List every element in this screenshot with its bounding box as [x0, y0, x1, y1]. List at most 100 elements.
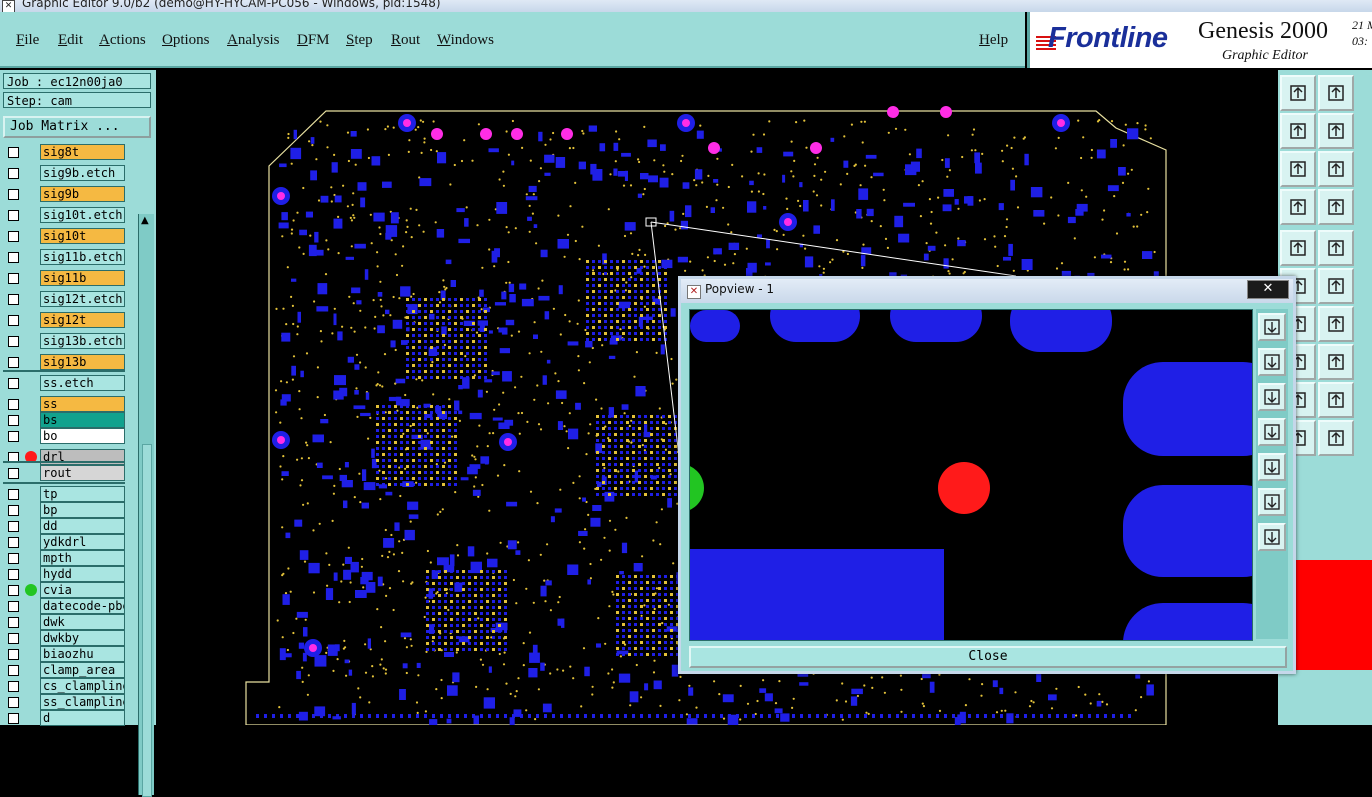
layer-row[interactable]: tp [3, 486, 125, 502]
layer-row[interactable]: hydd [3, 566, 125, 582]
layer-row[interactable]: sig11b [3, 270, 125, 286]
layer-name[interactable]: hydd [40, 566, 125, 582]
menu-windows[interactable]: Windows [437, 32, 494, 49]
layer-row[interactable]: mpth [3, 550, 125, 566]
layer-name[interactable]: datecode-pbe [40, 598, 125, 614]
layer-row[interactable]: datecode-pbe [3, 598, 125, 614]
layer-row[interactable]: d [3, 710, 125, 726]
layer-checkbox[interactable] [8, 585, 19, 596]
layer-row[interactable]: rout [3, 465, 125, 481]
layer-name[interactable]: cs_clampline [40, 678, 125, 694]
job-matrix-button[interactable]: Job Matrix ... [3, 116, 151, 138]
measure-icon[interactable] [1280, 189, 1316, 225]
layer-checkbox[interactable] [8, 697, 19, 708]
popview-close-x[interactable]: ✕ [1247, 280, 1289, 299]
center-icon[interactable] [1318, 151, 1354, 187]
layer-name[interactable]: ydkdrl [40, 534, 125, 550]
layer-row[interactable]: sig12t [3, 312, 125, 328]
scroll-up-icon[interactable]: ▲ [141, 215, 149, 226]
center-view-icon[interactable] [1258, 523, 1286, 551]
menu-help[interactable]: Help [979, 32, 1008, 49]
layer-row[interactable]: ydkdrl [3, 534, 125, 550]
layer-checkbox[interactable] [8, 521, 19, 532]
layer-name[interactable]: cvia [40, 582, 125, 598]
menu-edit[interactable]: Edit [58, 32, 83, 49]
layer-row[interactable]: ss.etch [3, 375, 125, 391]
layer-row[interactable]: sig11b.etch [3, 249, 125, 265]
pan-down-icon[interactable] [1258, 383, 1286, 411]
layer-checkbox[interactable] [8, 468, 19, 479]
layer-name[interactable]: dwkby [40, 630, 125, 646]
layer-row[interactable]: dwk [3, 614, 125, 630]
layer-checkbox[interactable] [8, 665, 19, 676]
layer-name[interactable]: ss_clampline [40, 694, 125, 710]
layer-name[interactable]: sig11b.etch [40, 249, 125, 265]
move-right-icon[interactable] [1318, 113, 1354, 149]
pan-up-icon[interactable] [1258, 348, 1286, 376]
move-left-icon[interactable] [1280, 113, 1316, 149]
zoom-in-icon[interactable] [1258, 313, 1286, 341]
layer-checkbox[interactable] [8, 617, 19, 628]
layer-name[interactable]: clamp_area [40, 662, 125, 678]
layer-name[interactable]: sig12t.etch [40, 291, 125, 307]
select2-icon[interactable] [1318, 420, 1354, 456]
layer-checkbox[interactable] [8, 189, 19, 200]
layer-checkbox[interactable] [8, 378, 19, 389]
layer-row[interactable]: dwkby [3, 630, 125, 646]
layer-row[interactable]: sig8t [3, 144, 125, 160]
layer-checkbox[interactable] [8, 147, 19, 158]
layer-row[interactable]: bo [3, 428, 125, 444]
line-icon[interactable] [1318, 230, 1354, 266]
layer-checkbox[interactable] [8, 210, 19, 221]
menu-options[interactable]: Options [162, 32, 210, 49]
layer-checkbox[interactable] [8, 357, 19, 368]
cursor-icon[interactable] [1280, 230, 1316, 266]
delete-icon[interactable] [1318, 268, 1354, 304]
menu-dfm[interactable]: DFM [297, 32, 330, 49]
layer-row[interactable]: ss_clampline [3, 694, 125, 710]
layer-name[interactable]: mpth [40, 550, 125, 566]
layer-name[interactable]: sig9b [40, 186, 125, 202]
layer-name[interactable]: bs [40, 412, 125, 428]
layer-checkbox[interactable] [8, 168, 19, 179]
scroll-thumb[interactable] [142, 444, 152, 797]
layer-name[interactable]: sig10t [40, 228, 125, 244]
layer-checkbox[interactable] [8, 231, 19, 242]
triangle2-icon[interactable] [1318, 382, 1354, 418]
fit-icon[interactable] [1280, 151, 1316, 187]
layer-row[interactable]: cs_clampline [3, 678, 125, 694]
menu-file[interactable]: File [16, 32, 39, 49]
layer-row[interactable]: sig9b [3, 186, 125, 202]
menu-actions[interactable]: Actions [99, 32, 146, 49]
layer-row[interactable]: sig13b [3, 354, 125, 370]
menu-step[interactable]: Step [346, 32, 373, 49]
layer-list-scrollbar[interactable]: ▲ [138, 214, 154, 797]
layer-checkbox[interactable] [8, 681, 19, 692]
line2-icon[interactable] [1318, 344, 1354, 380]
move-down-icon[interactable] [1318, 75, 1354, 111]
layer-name[interactable]: sig11b [40, 270, 125, 286]
layer-checkbox[interactable] [8, 633, 19, 644]
layer-row[interactable]: dd [3, 518, 125, 534]
layer-name[interactable]: bp [40, 502, 125, 518]
move-up-icon[interactable] [1280, 75, 1316, 111]
menu-analysis[interactable]: Analysis [227, 32, 280, 49]
layer-checkbox[interactable] [8, 569, 19, 580]
pan-left-icon[interactable] [1258, 418, 1286, 446]
layer-name[interactable]: tp [40, 486, 125, 502]
layer-checkbox[interactable] [8, 294, 19, 305]
popview-close-button[interactable]: Close [689, 646, 1287, 668]
layer-row[interactable]: ss [3, 396, 125, 412]
layer-row[interactable]: cvia [3, 582, 125, 598]
layer-name[interactable]: d [40, 710, 125, 726]
layer-checkbox[interactable] [8, 601, 19, 612]
popview-image[interactable] [689, 309, 1253, 641]
layer-checkbox[interactable] [8, 431, 19, 442]
layer-name[interactable]: dd [40, 518, 125, 534]
layer-checkbox[interactable] [8, 649, 19, 660]
menu-rout[interactable]: Rout [391, 32, 420, 49]
layer-row[interactable]: bs [3, 412, 125, 428]
layer-row[interactable]: sig9b.etch [3, 165, 125, 181]
layer-name[interactable]: bo [40, 428, 125, 444]
layer-row[interactable]: sig10t.etch [3, 207, 125, 223]
